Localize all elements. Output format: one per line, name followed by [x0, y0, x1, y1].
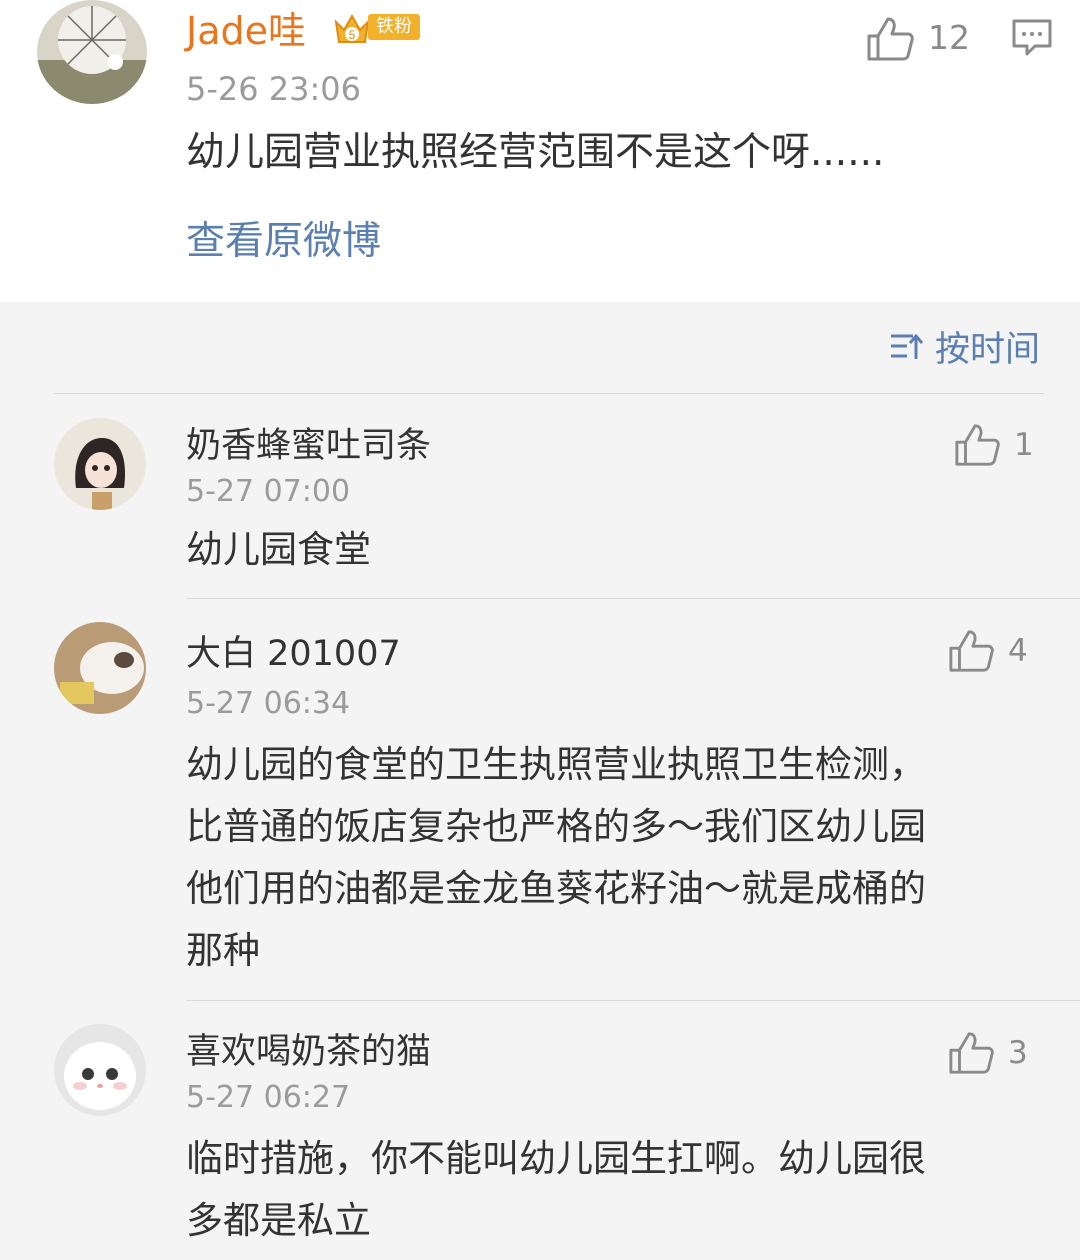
reply-username[interactable]: 奶香蜂蜜吐司条 — [186, 424, 431, 468]
reply-username[interactable]: 大白 201007 — [186, 632, 401, 676]
reply-text: 幼儿园的食堂的卫生执照营业执照卫生检测， 比普通的饭店复杂也严格的多～我们区幼儿… — [186, 743, 926, 972]
reply-username[interactable]: 喜欢喝奶茶的猫 — [186, 1030, 431, 1074]
divider — [186, 1000, 1080, 1001]
thumbs-up-icon[interactable] — [954, 422, 1000, 468]
username[interactable]: Jade哇 — [186, 8, 306, 54]
avatar[interactable] — [54, 622, 146, 714]
like-count: 12 — [928, 18, 970, 57]
avatar[interactable] — [37, 0, 147, 104]
divider — [186, 598, 1080, 599]
main-comment: Jade哇 5 铁粉 5-26 23:06 幼儿园营业执照经营范围不是这个呀..… — [0, 0, 1080, 302]
comment-icon[interactable] — [1011, 18, 1053, 58]
like-count: 3 — [1008, 1035, 1028, 1071]
avatar[interactable] — [54, 418, 146, 510]
avatar[interactable] — [54, 1024, 146, 1116]
fan-badge: 5 铁粉 — [332, 10, 420, 46]
sort-icon — [890, 333, 923, 359]
badge-label: 铁粉 — [368, 14, 420, 40]
reply-text: 临时措施，你不能叫幼儿园生扛啊。幼儿园很 多都是私立 — [186, 1137, 926, 1242]
view-original-link[interactable]: 查看原微博 — [186, 217, 381, 267]
sort-by-time-button[interactable]: 按时间 — [889, 324, 1040, 370]
crown-icon: 5 — [334, 13, 370, 43]
thumbs-up-icon[interactable] — [866, 16, 914, 62]
timestamp: 5-26 23:06 — [186, 70, 362, 108]
badge-level: 5 — [349, 28, 356, 42]
like-count: 4 — [1008, 633, 1028, 669]
reply-timestamp: 5-27 06:27 — [186, 1080, 351, 1115]
divider — [54, 393, 1044, 394]
thumbs-up-icon[interactable] — [948, 628, 994, 674]
reply-timestamp: 5-27 07:00 — [186, 474, 351, 509]
reply-timestamp: 5-27 06:34 — [186, 686, 351, 721]
sort-label: 按时间 — [934, 329, 1040, 370]
like-count: 1 — [1014, 427, 1034, 463]
thumbs-up-icon[interactable] — [948, 1030, 994, 1076]
comment-text: 幼儿园营业执照经营范围不是这个呀...... — [186, 130, 885, 175]
reply-text: 幼儿园食堂 — [186, 528, 371, 571]
